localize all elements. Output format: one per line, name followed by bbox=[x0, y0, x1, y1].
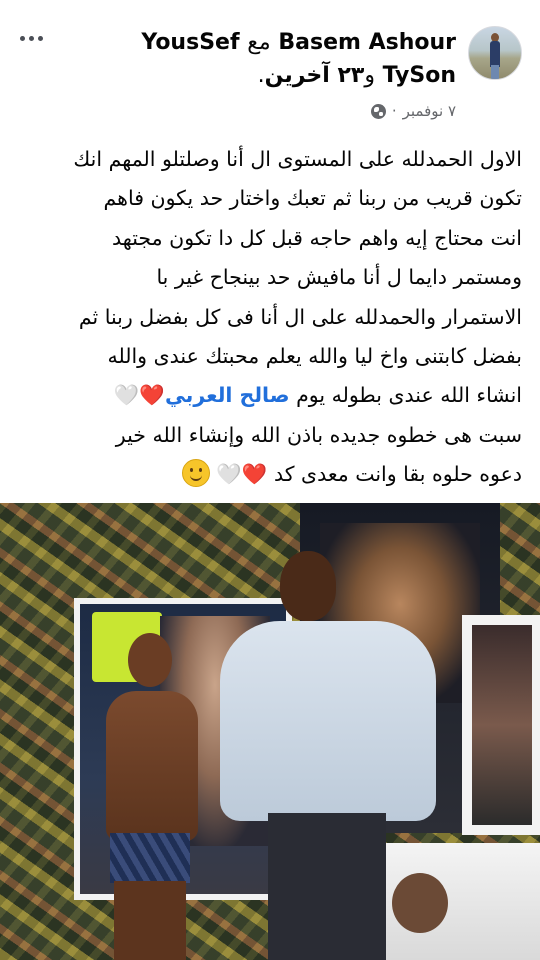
avatar-figure-body bbox=[490, 41, 500, 67]
red-heart-emoji: ❤️ bbox=[241, 462, 268, 487]
white-heart-emoji: 🤍 bbox=[113, 383, 140, 408]
smile-emoji-icon bbox=[181, 459, 210, 488]
post-text: الاول الحمدلله على المستوى ال أنا وصلتلو… bbox=[12, 140, 522, 495]
post-line: ومستمر دايما ل أنا مافيش حد بينجاح غير ب… bbox=[156, 265, 522, 290]
post-author-line: Basem Ashour مع YousSef TySon و٢٣ آخرين. bbox=[126, 26, 456, 92]
person-pants bbox=[268, 813, 386, 960]
with-word: مع bbox=[247, 30, 271, 55]
post-meta: ٧ نوفمبر · bbox=[370, 102, 456, 120]
white-heart-emoji: 🤍 bbox=[216, 462, 242, 487]
more-dot-icon bbox=[28, 35, 34, 41]
period: . bbox=[257, 63, 265, 88]
poster-image bbox=[472, 625, 532, 825]
post-line-text: دعوه حلوه بقا وانت معدى كد bbox=[273, 462, 522, 487]
post-line: بفضل كابتنى واخ ليا والله يعلم محبتك عند… bbox=[107, 344, 522, 369]
post-line: تكون قريب من ربنا ثم تعبك واختار حد يكون… bbox=[103, 186, 523, 211]
post-line-text: انشاء الله عندى بطوله يوم bbox=[296, 383, 522, 408]
person-right bbox=[210, 551, 446, 960]
more-dot-icon bbox=[37, 35, 43, 41]
wall-poster bbox=[462, 615, 540, 835]
post-line: الاستمرار والحمدلله على ال أنا فى كل بفض… bbox=[78, 304, 522, 329]
person-shirt bbox=[220, 621, 436, 821]
person-trunks bbox=[110, 833, 190, 883]
others-link[interactable]: ٢٣ آخرين bbox=[265, 63, 365, 88]
author-avatar[interactable] bbox=[468, 26, 522, 80]
post-line-emoji: دعوه حلوه بقا وانت معدى كد ❤️🤍 bbox=[12, 455, 522, 494]
post-photo[interactable] bbox=[0, 503, 540, 960]
post-line-mention: انشاء الله عندى بطوله يوم صالح العربي❤️🤍 bbox=[12, 376, 522, 415]
post-line: سبت هى خطوه جديده باذن الله وإنشاء الله … bbox=[115, 422, 522, 447]
and-word: و bbox=[364, 63, 375, 88]
post-line: الاول الحمدلله على المستوى ال أنا وصلتلو… bbox=[73, 147, 522, 171]
tagged-friend-2[interactable]: TySon bbox=[383, 63, 456, 88]
person-legs bbox=[114, 881, 186, 960]
more-options-button[interactable] bbox=[14, 26, 48, 50]
post-header: Basem Ashour مع YousSef TySon و٢٣ آخرين.… bbox=[0, 0, 540, 130]
person-head bbox=[280, 551, 336, 621]
person-left bbox=[92, 633, 212, 960]
avatar-figure-legs bbox=[491, 65, 499, 79]
post-time[interactable]: ٧ نوفمبر bbox=[403, 102, 456, 120]
person-head bbox=[128, 633, 172, 687]
person-torso bbox=[106, 691, 198, 841]
post-line: انت محتاج إيه واهم حاجه قبل كل دا تكون م… bbox=[112, 225, 522, 250]
more-dot-icon bbox=[19, 35, 25, 41]
red-heart-emoji: ❤️ bbox=[139, 383, 165, 408]
meta-separator: · bbox=[391, 102, 397, 120]
mention-link[interactable]: صالح العربي bbox=[165, 383, 290, 407]
author-name[interactable]: Basem Ashour bbox=[278, 30, 456, 55]
tagged-friend-1[interactable]: YousSef bbox=[141, 30, 239, 55]
globe-icon[interactable] bbox=[370, 103, 386, 119]
